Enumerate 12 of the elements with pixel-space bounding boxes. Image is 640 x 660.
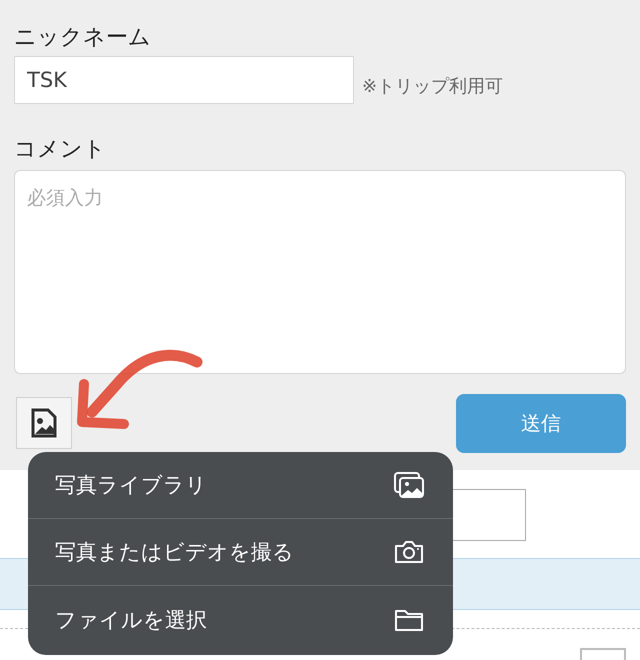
comment-field[interactable]: 必須入力	[14, 170, 626, 374]
trip-note: ※トリップ利用可	[362, 75, 504, 99]
nickname-field[interactable]: TSK	[14, 56, 354, 104]
image-file-icon	[31, 408, 57, 438]
comment-label: コメント	[14, 136, 107, 164]
photo-library-icon	[393, 471, 425, 499]
menu-item[interactable]: 写真ライブラリ	[28, 452, 453, 519]
menu-item[interactable]: 写真またはビデオを撮る	[28, 519, 453, 586]
image-attach-button[interactable]	[16, 397, 72, 449]
camera-icon	[393, 539, 425, 565]
menu-item[interactable]: ファイルを選択	[28, 586, 453, 653]
nickname-label: ニックネーム	[14, 24, 152, 52]
